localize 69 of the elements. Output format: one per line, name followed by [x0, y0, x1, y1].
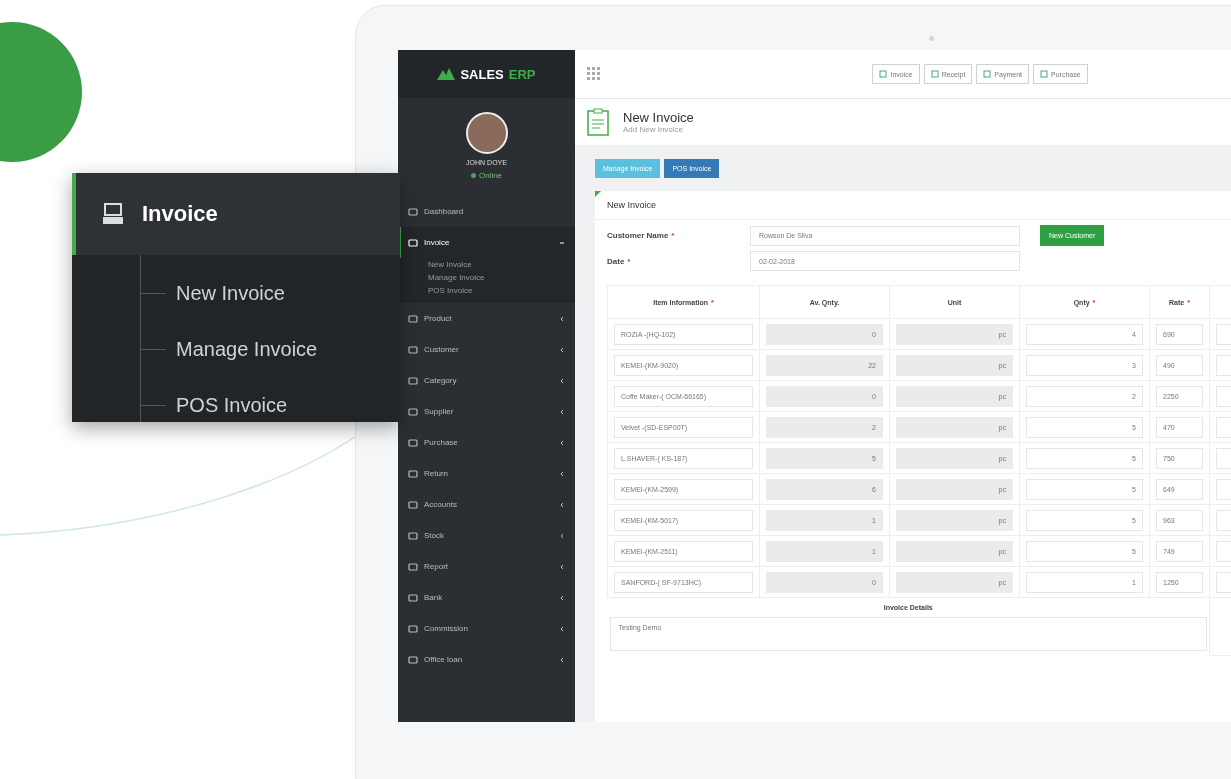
- mountain-icon: [437, 68, 456, 80]
- sidebar-item[interactable]: Purchase: [398, 427, 575, 458]
- sidebar-item[interactable]: Supplier: [398, 396, 575, 427]
- document-icon: [1040, 70, 1048, 78]
- camera-dot: [929, 36, 934, 41]
- callout-item[interactable]: POS Invoice: [176, 393, 288, 417]
- sidebar-item[interactable]: Bank: [398, 582, 575, 613]
- menu-icon: [408, 530, 418, 541]
- callout-item[interactable]: Manage Invoice: [176, 337, 318, 361]
- chevron-icon: [559, 532, 565, 539]
- logo-text: SALES: [460, 66, 504, 82]
- sidebar-item[interactable]: Category: [398, 365, 575, 396]
- logo-accent: ERP: [508, 66, 536, 82]
- sidebar-item[interactable]: Office loan: [398, 644, 575, 675]
- chevron-icon: [559, 408, 565, 415]
- sidebar-item[interactable]: Stock: [398, 520, 575, 551]
- chevron-icon: [559, 501, 565, 508]
- document-icon: [983, 70, 992, 78]
- chevron-icon: [559, 625, 565, 632]
- field-label: Date *: [607, 256, 632, 266]
- menu-icon: [408, 499, 418, 510]
- callout-title: Invoice: [142, 201, 218, 227]
- document-icon: [879, 70, 888, 78]
- callout-item[interactable]: New Invoice: [176, 281, 285, 305]
- chevron-icon: [559, 346, 565, 353]
- menu-icon: [408, 344, 418, 355]
- submenu-item[interactable]: POS Invoice: [428, 286, 575, 295]
- menu-icon: [408, 406, 418, 417]
- chevron-icon: [559, 594, 565, 601]
- clipboard-icon: [587, 108, 609, 136]
- menu-icon: [408, 561, 418, 572]
- page-title: New Invoice: [623, 110, 694, 125]
- menu-icon: [408, 375, 418, 386]
- field-label: Customer Name *: [607, 231, 676, 240]
- collapse-icon: [559, 239, 565, 246]
- menu-icon: [408, 592, 418, 603]
- sidebar-item[interactable]: Return: [398, 458, 575, 489]
- menu-icon: [408, 654, 418, 665]
- sidebar-item[interactable]: Invoice: [398, 227, 575, 258]
- chevron-icon: [559, 563, 565, 570]
- sidebar-item[interactable]: Commission: [398, 613, 575, 644]
- menu-icon: [408, 623, 418, 634]
- sidebar-item[interactable]: Customer: [398, 334, 575, 365]
- sidebar-item[interactable]: Accounts: [398, 489, 575, 520]
- document-icon: [930, 70, 939, 78]
- grid-icon[interactable]: [587, 67, 601, 81]
- corner-mark: [595, 191, 601, 197]
- submenu-item[interactable]: New Invoice: [428, 260, 575, 269]
- chevron-icon: [559, 439, 565, 446]
- register-icon: [102, 203, 124, 225]
- menu-icon: [408, 237, 418, 248]
- panel-title: New Invoice: [595, 191, 1231, 220]
- sidebar-item[interactable]: Dashboard: [398, 196, 575, 227]
- page-subtitle: Add New Invoice: [623, 125, 685, 134]
- chevron-icon: [559, 377, 565, 384]
- menu-icon: [408, 206, 418, 217]
- sidebar-item[interactable]: Product: [398, 303, 575, 334]
- submenu-item[interactable]: Manage Invoice: [428, 273, 575, 282]
- menu-icon: [408, 468, 418, 479]
- required-mark: *: [671, 231, 675, 240]
- online-status: Online: [470, 171, 503, 180]
- required-mark: *: [627, 256, 631, 266]
- chevron-icon: [559, 656, 565, 663]
- menu-icon: [408, 313, 418, 324]
- sidebar-item[interactable]: Report: [398, 551, 575, 582]
- avatar: [465, 112, 508, 154]
- chevron-icon: [559, 470, 565, 477]
- chevron-icon: [559, 315, 565, 322]
- menu-icon: [408, 437, 418, 448]
